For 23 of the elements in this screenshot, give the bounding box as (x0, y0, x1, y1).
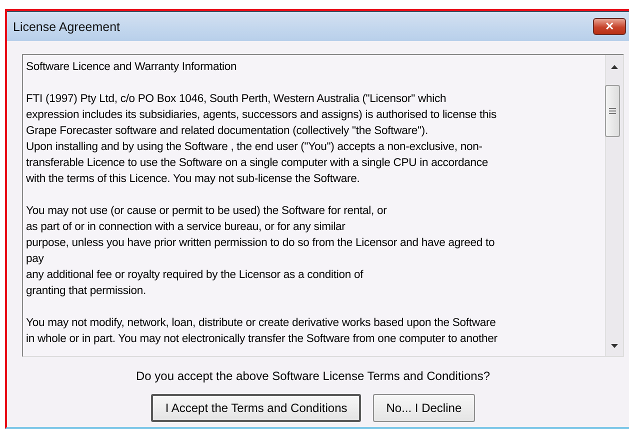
close-button[interactable]: ✕ (593, 18, 626, 35)
license-text-line: FTI (1997) Pty Ltd, c/o PO Box 1046, South Perth, Western Australia ("Licensor" which (26, 92, 448, 107)
license-text-line: Software Licence and Warranty Information (26, 60, 238, 75)
question-text: Do you accept the above Software License Terms and Conditions? (136, 369, 490, 383)
window-title: License Agreement (13, 20, 120, 34)
license-text-line: transferable Licence to use the Software on a single computer with a single CPU in accordance (26, 156, 490, 171)
license-text-line: with the terms of this Licence. You may not sub-license the Software. (26, 172, 361, 187)
license-text-line: expression includes its subsidiaries, agents, successors and assigns) is authorised to license this (26, 108, 498, 123)
license-text-line: You may not modify, network, loan, distribute or create derivative works based upon the Software (26, 316, 497, 331)
license-text-line: You may not use (or cause or permit to be used) the Software for rental, or (26, 204, 388, 219)
license-text-line: pay (26, 252, 45, 267)
decline-button[interactable]: No... I Decline (373, 394, 475, 422)
accept-button[interactable]: I Accept the Terms and Conditions (151, 394, 362, 422)
license-text-line: granting that permission. (26, 284, 147, 299)
license-text-line: purpose, unless you have prior written permission to do so from the Licensor and have agreed to (26, 236, 496, 251)
license-text-line: Grape Forecaster software and related documentation (collectively "the Software"). (26, 124, 429, 139)
license-text-line: Upon installing and by using the Software , the end user ("You") accepts a non-exclusive, non- (26, 140, 484, 155)
license-text-line: as part of or in connection with a service bureau, or for any similar (26, 220, 346, 235)
scroll-thumb[interactable] (605, 85, 620, 137)
license-text-line: any additional fee or royalty required by the Licensor as a condition of (26, 268, 364, 283)
scroll-down-icon[interactable] (611, 344, 618, 348)
scroll-up-icon[interactable] (611, 65, 618, 69)
license-text-line: in whole or in part. You may not electronically transfer the Software from one computer to another (26, 332, 498, 347)
